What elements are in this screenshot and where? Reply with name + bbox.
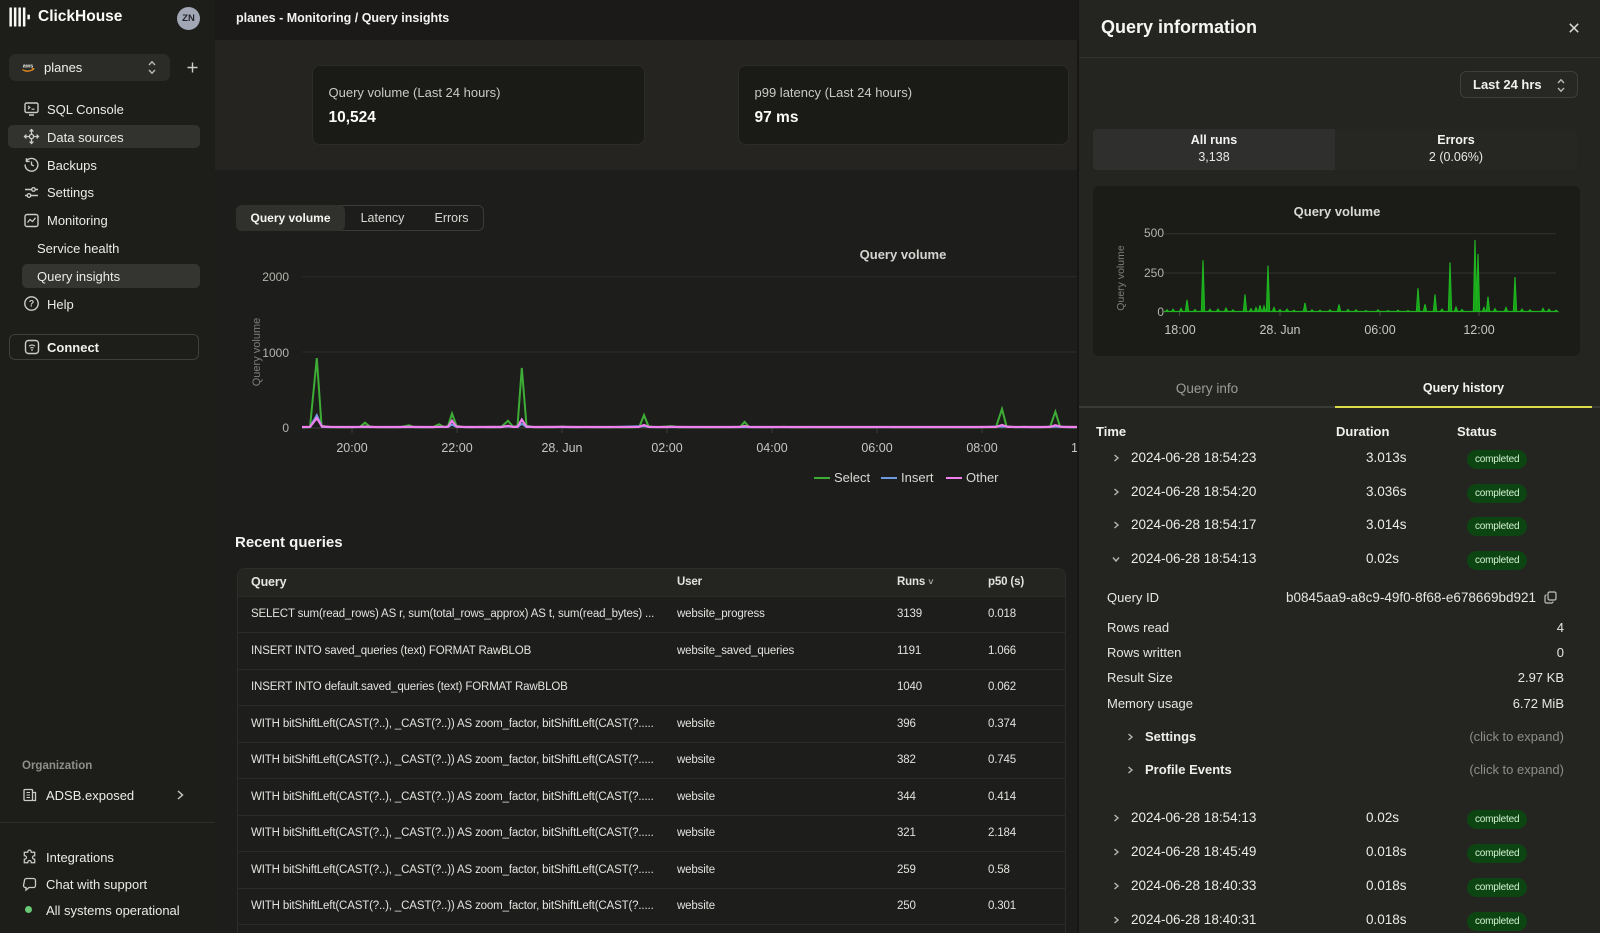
svg-text:?: ? <box>29 299 35 309</box>
svg-text:aws: aws <box>23 64 34 70</box>
